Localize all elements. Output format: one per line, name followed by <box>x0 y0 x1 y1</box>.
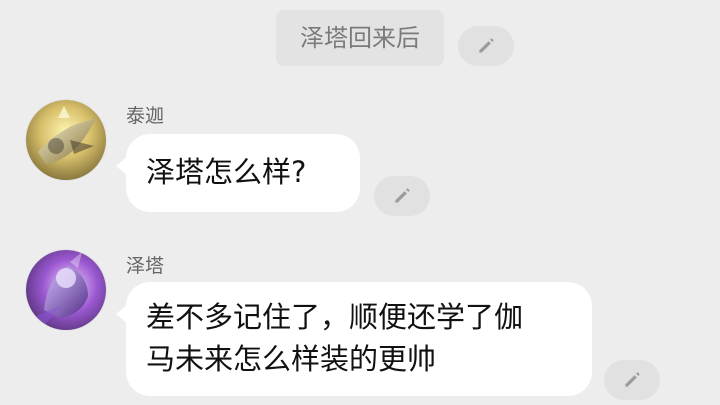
pencil-icon <box>392 186 412 206</box>
sender-name: 泽塔 <box>126 255 165 277</box>
system-message-text: 泽塔回来后 <box>300 24 420 52</box>
edit-message-button[interactable] <box>604 360 660 400</box>
message-bubble[interactable]: 差不多记住了，顺便还学了伽 马未来怎么样装的更帅 <box>116 282 592 396</box>
avatar-taiga[interactable] <box>26 100 106 180</box>
pencil-icon <box>622 370 642 390</box>
avatar-taiga-image <box>26 100 106 180</box>
chat-screen: 泽塔回来后 泰迦 泽塔怎么样? 泽塔 差不多记住了，顺便还学了伽 马未来怎么样装… <box>0 0 720 405</box>
edit-system-message-button[interactable] <box>458 26 514 66</box>
sender-name: 泰迦 <box>126 105 165 127</box>
message-text-line: 差不多记住了，顺便还学了伽 <box>146 300 524 334</box>
avatar-z-image <box>26 250 106 330</box>
message-bubble[interactable]: 泽塔怎么样? <box>116 134 360 212</box>
message-text: 泽塔怎么样? <box>146 155 307 189</box>
pencil-icon <box>476 36 496 56</box>
avatar-z[interactable] <box>26 250 106 330</box>
system-message: 泽塔回来后 <box>276 10 444 66</box>
edit-message-button[interactable] <box>374 176 430 216</box>
message-text-line: 马未来怎么样装的更帅 <box>146 342 437 376</box>
